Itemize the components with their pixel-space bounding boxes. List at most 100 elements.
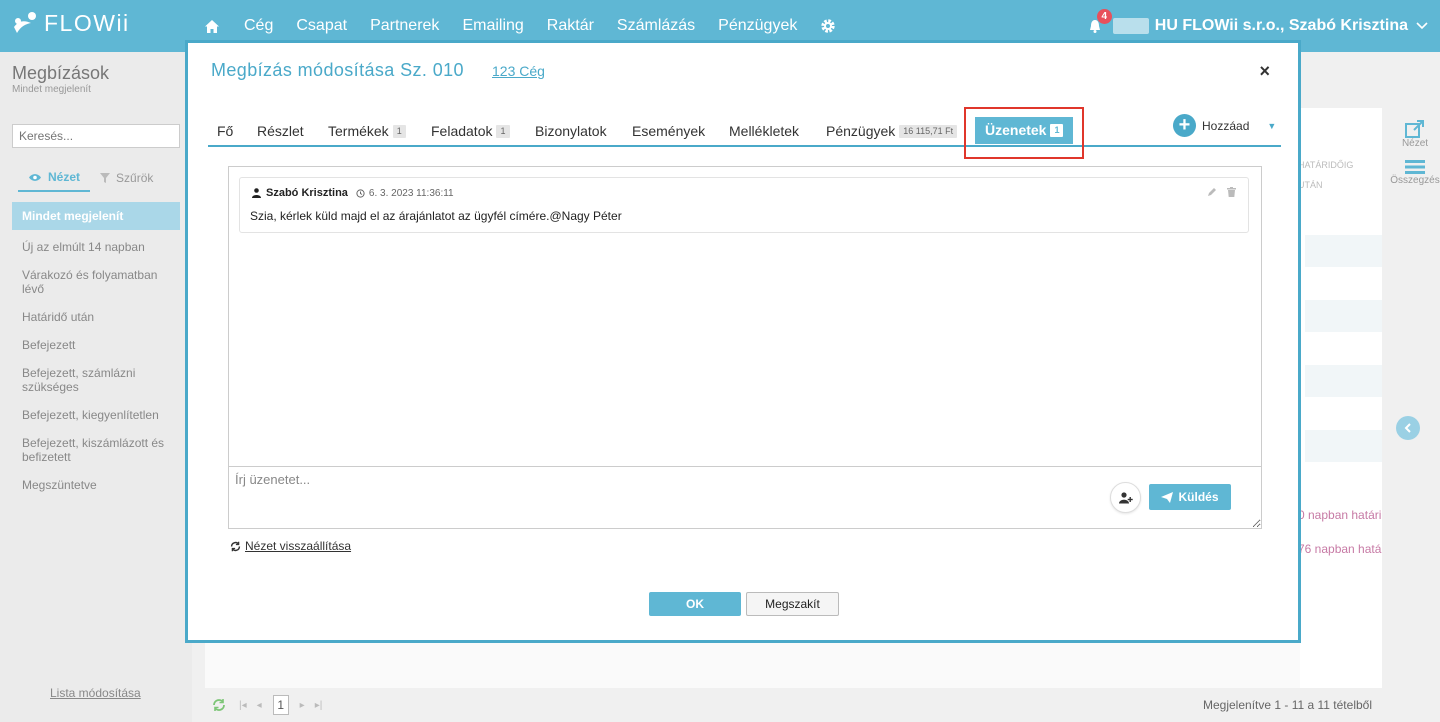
amount-badge: 16 115,71 Ft: [899, 124, 958, 138]
nav-emailing[interactable]: Emailing: [462, 17, 523, 35]
deadline-text: 0 napban határi: [1298, 508, 1382, 522]
ok-button[interactable]: OK: [649, 592, 741, 616]
sidebar-item-befejezett-kiegyenlitetlen[interactable]: Befejezett, kiegyenlítetlen: [12, 408, 180, 422]
tab-penzugyek[interactable]: Pénzügyek 16 115,71 Ft: [826, 123, 958, 139]
sidebar-list: Mindet megjelenít Új az elmúlt 14 napban…: [12, 202, 180, 506]
table-row: [1305, 300, 1382, 332]
collapse-button[interactable]: [1396, 416, 1420, 440]
sidebar-item-befejezett-befizetett[interactable]: Befejezett, kiszámlázott és befizetett: [12, 436, 180, 464]
chevron-down-icon[interactable]: [1416, 22, 1428, 30]
cancel-button[interactable]: Megszakít: [746, 592, 839, 616]
message-header: Szabó Krisztina 6. 3. 2023 11:36:11: [252, 187, 454, 199]
chevron-left-icon: [1404, 423, 1411, 433]
sidebar-item-befejezett-szamlazni[interactable]: Befejezett, számlázni szükséges: [12, 366, 180, 394]
paper-plane-icon: [1161, 491, 1174, 503]
tab-fo[interactable]: Fő: [217, 123, 233, 139]
sidebar: Megbízások Mindet megjelenít Nézet Szűrö…: [0, 52, 192, 722]
sidebar-item-uj[interactable]: Új az elmúlt 14 napban: [12, 240, 180, 254]
count-info: Megjelenítve 1 - 11 a 11 tételből: [1203, 698, 1372, 712]
table-row: [1305, 430, 1382, 462]
view-button[interactable]: Nézet: [1390, 120, 1440, 149]
mention-user-button[interactable]: [1110, 482, 1141, 513]
sidebar-item-varakozo[interactable]: Várakozó és folyamatban lévő: [12, 268, 180, 296]
tab-bizonylatok[interactable]: Bizonylatok: [535, 123, 607, 139]
nav-csapat[interactable]: Csapat: [296, 17, 347, 35]
sidebar-item-befejezett[interactable]: Befejezett: [12, 338, 180, 352]
last-page-icon[interactable]: ▸|: [315, 700, 323, 711]
redacted-area: [1112, 18, 1149, 34]
user-plus-icon: [1118, 491, 1133, 503]
tab-termekek[interactable]: Termékek 1: [328, 123, 406, 139]
list-icon: [1405, 160, 1425, 174]
message-text: Szia, kérlek küld majd el az árajánlatot…: [250, 209, 622, 223]
table-row: [1305, 235, 1382, 267]
logo-text: FLOWii: [44, 10, 130, 36]
nav-ceg[interactable]: Cég: [244, 17, 273, 35]
count-badge: 1: [392, 124, 406, 138]
nav-szamlazas[interactable]: Számlázás: [617, 17, 695, 35]
message-time: 6. 3. 2023 11:36:11: [356, 188, 454, 199]
flowii-logo-icon: [14, 11, 36, 33]
modal-tabs: Fő Részlet Termékek 1 Feladatok 1 Bizonyla…: [208, 117, 1281, 147]
external-link-icon: [1405, 120, 1424, 138]
sidebar-tabs: Nézet Szűrök: [18, 166, 163, 192]
company-link[interactable]: 123 Cég: [492, 63, 545, 79]
pager: |◂ ◂ 1 ▸ ▸|: [234, 695, 327, 715]
logo[interactable]: FLOWii: [12, 10, 130, 37]
tab-reszlet[interactable]: Részlet: [257, 123, 304, 139]
clock-icon: [356, 188, 365, 198]
next-page-icon[interactable]: ▸: [300, 700, 305, 711]
summary-button[interactable]: Összegzés: [1390, 159, 1440, 186]
bell-icon[interactable]: 4: [1089, 9, 1112, 33]
trash-icon[interactable]: [1227, 187, 1236, 197]
page-number[interactable]: 1: [272, 695, 289, 715]
nav-raktar[interactable]: Raktár: [547, 17, 594, 35]
refresh-icon: [230, 541, 241, 551]
nav-partnerek[interactable]: Partnerek: [370, 17, 439, 35]
sidebar-title: Megbízások: [12, 63, 110, 83]
close-icon[interactable]: ×: [1259, 61, 1270, 82]
column-header: HATÁRIDŐIG UTÁN: [1298, 160, 1354, 190]
nav-penzugyek[interactable]: Pénzügyek: [718, 17, 797, 35]
right-toolbar: Nézet Összegzés: [1390, 120, 1440, 196]
tab-esemenyek[interactable]: Események: [632, 123, 705, 139]
refresh-icon[interactable]: [212, 698, 226, 712]
edit-order-modal: Megbízás módosítása Sz. 010 123 Cég × Fő…: [185, 40, 1301, 643]
send-button[interactable]: Küldés: [1149, 484, 1231, 510]
eye-icon: [29, 173, 41, 181]
search-input[interactable]: [12, 124, 180, 148]
sidebar-subtitle: Mindet megjelenít: [12, 84, 91, 95]
prev-page-icon[interactable]: ◂: [257, 700, 262, 711]
tab-feladatok[interactable]: Feladatok 1: [431, 123, 510, 139]
sidebar-item-hatarido[interactable]: Határidő után: [12, 310, 180, 324]
tab-szurok[interactable]: Szűrök: [90, 166, 163, 192]
first-page-icon[interactable]: |◂: [239, 700, 247, 711]
message-actions: [1197, 187, 1236, 197]
modal-title: Megbízás módosítása Sz. 010: [211, 60, 464, 80]
count-badge: 1: [496, 124, 510, 138]
gear-icon[interactable]: [820, 18, 836, 34]
pagination-bar: |◂ ◂ 1 ▸ ▸| Megjelenítve 1 - 11 a 11 tét…: [205, 690, 1382, 720]
add-button[interactable]: + Hozzáad ▼: [1173, 114, 1276, 137]
notification-badge: 4: [1096, 9, 1112, 24]
tab-nezet[interactable]: Nézet: [18, 166, 91, 192]
user-name[interactable]: HU FLOWii s.r.o., Szabó Krisztina: [1155, 17, 1408, 35]
compose-box: Küldés: [228, 466, 1262, 529]
user-icon: [252, 188, 261, 198]
sidebar-item-megszuntetve[interactable]: Megszüntetve: [12, 478, 180, 492]
list-area-right: [1300, 108, 1382, 688]
message-input[interactable]: [229, 467, 1261, 528]
tab-mellekletek[interactable]: Mellékletek: [729, 123, 799, 139]
home-icon[interactable]: [204, 19, 220, 34]
plus-icon: +: [1173, 114, 1196, 137]
table-row: [1305, 365, 1382, 397]
messages-area[interactable]: Szabó Krisztina 6. 3. 2023 11:36:11 Szia…: [228, 166, 1262, 466]
pencil-icon[interactable]: [1207, 187, 1217, 197]
sidebar-item-mindet[interactable]: Mindet megjelenít: [12, 202, 180, 230]
edit-list-link[interactable]: Lista módosítása: [50, 686, 141, 700]
message-item: Szabó Krisztina 6. 3. 2023 11:36:11 Szia…: [239, 177, 1249, 233]
filter-icon: [100, 173, 111, 183]
reset-view-link[interactable]: Nézet visszaállítása: [230, 539, 351, 553]
highlight-box: [964, 107, 1084, 159]
caret-down-icon[interactable]: ▼: [1267, 121, 1276, 131]
